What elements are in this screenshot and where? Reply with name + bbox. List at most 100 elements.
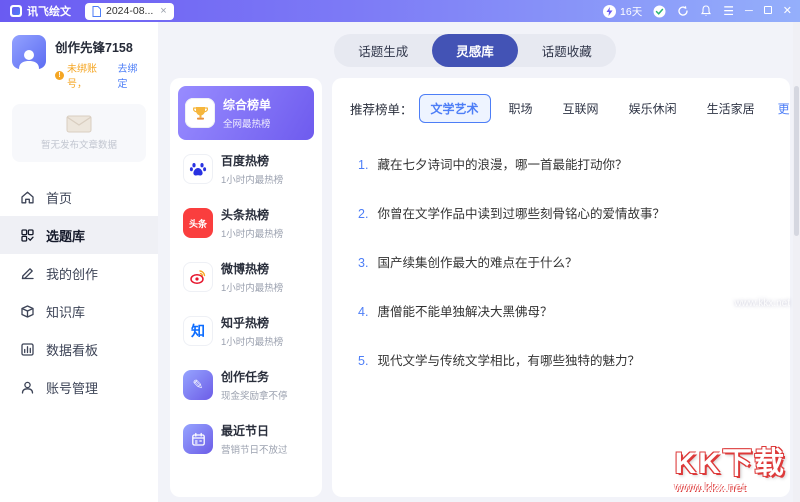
main-tabs: 话题生成 灵感库 话题收藏 [334, 34, 616, 67]
envelope-icon [66, 115, 92, 133]
question-row[interactable]: 1. 藏在七夕诗词中的浪漫，哪一首最能打动你？ [350, 139, 772, 188]
lightning-icon [603, 5, 616, 18]
window-close-button[interactable]: ✕ [783, 6, 792, 17]
more-categories-link[interactable]: 更多赛道 [773, 94, 790, 123]
chip-literature-art[interactable]: 文学艺术 [419, 94, 491, 123]
sidebar-item-label: 我的创作 [46, 264, 98, 283]
question-number: 1. [358, 158, 368, 172]
hotlist-item-baidu[interactable]: 百度热榜 1小时内最热榜 [178, 142, 314, 196]
hotlist-item-weibo[interactable]: 微博热榜 1小时内最热榜 [178, 250, 314, 304]
question-row[interactable]: 5. 现代文学与传统文学相比，有哪些独特的魅力？ [350, 335, 772, 384]
tab-topic-generation[interactable]: 话题生成 [334, 34, 432, 67]
hotlist-subtitle: 1小时内最热榜 [221, 280, 283, 294]
hotlist-title: 最近节日 [221, 422, 288, 439]
sidebar-item-label: 选题库 [46, 226, 85, 245]
recommend-label: 推荐榜单： [350, 99, 413, 118]
hotlist-title: 百度热榜 [221, 152, 283, 169]
question-row[interactable]: 3. 国产续集创作最大的难点在于什么？ [350, 237, 772, 286]
app-tab[interactable]: 讯飞绘文 [8, 3, 79, 19]
hotlist-subtitle: 全网最热榜 [223, 116, 271, 130]
tab-inspiration-library[interactable]: 灵感库 [432, 34, 518, 67]
sidebar-item-topic-library[interactable]: 选题库 [0, 216, 158, 254]
main-tabs-bar: 话题生成 灵感库 话题收藏 [158, 22, 792, 78]
hotlist-text: 头条热榜 1小时内最热榜 [221, 206, 283, 240]
question-text: 唐僧能不能单独解决大黑佛母？ [377, 301, 552, 320]
avatar[interactable] [12, 35, 46, 69]
user-name: 创作先锋7158 [55, 37, 146, 56]
trophy-icon [185, 98, 215, 128]
hotlist-title: 微博热榜 [221, 260, 283, 277]
hotlist-item-composite[interactable]: 综合榜单 全网最热榜 [178, 86, 314, 140]
titlebar: 讯飞绘文 2024-08... × 16天 ☰ ─ [0, 0, 800, 22]
scrollbar-thumb[interactable] [794, 86, 799, 236]
hotlist-subtitle: 1小时内最热榜 [221, 334, 283, 348]
question-row[interactable]: 4. 唐僧能不能单独解决大黑佛母？ [350, 286, 772, 335]
bell-icon[interactable] [700, 5, 712, 17]
window-maximize-button[interactable] [764, 6, 772, 17]
chip-entertainment[interactable]: 娱乐休闲 [617, 94, 689, 123]
document-tab[interactable]: 2024-08... × [85, 3, 174, 20]
bind-warning-text: 未绑账号， [67, 60, 115, 90]
sidebar-item-home[interactable]: 首页 [0, 178, 158, 216]
hotlist-item-recent-festivals[interactable]: 最近节日 营销节日不放过 [178, 412, 314, 466]
app-tab-label: 讯飞绘文 [27, 3, 71, 19]
question-number: 4. [358, 305, 368, 319]
calendar-icon [183, 424, 213, 454]
membership-days-badge[interactable]: 16天 [603, 4, 642, 19]
sidebar: 创作先锋7158 ! 未绑账号， 去绑定 暂无发布文章数据 首页 选题库 [0, 22, 158, 502]
hotlist-item-creation-tasks[interactable]: ✎ 创作任务 现金奖励拿不停 [178, 358, 314, 412]
pen-icon [20, 266, 35, 281]
recommend-header: 推荐榜单： 文学艺术 职场 互联网 娱乐休闲 生活家居 更多赛道 [350, 94, 772, 123]
hotlist-title: 头条热榜 [221, 206, 283, 223]
sidebar-item-label: 首页 [46, 188, 72, 207]
hotlist-subtitle: 1小时内最热榜 [221, 172, 283, 186]
baidu-icon [183, 154, 213, 184]
sidebar-item-label: 数据看板 [46, 340, 98, 359]
tab-topic-favorites[interactable]: 话题收藏 [518, 34, 616, 67]
hotlist-title: 创作任务 [221, 368, 288, 385]
sidebar-item-knowledge-base[interactable]: 知识库 [0, 292, 158, 330]
tab-close-icon[interactable]: × [160, 6, 166, 17]
question-number: 5. [358, 354, 368, 368]
warning-icon: ! [55, 71, 64, 80]
hotlist-text: 百度热榜 1小时内最热榜 [221, 152, 283, 186]
empty-articles-text: 暂无发布文章数据 [41, 137, 117, 151]
hotlist-item-zhihu[interactable]: 知 知乎热榜 1小时内最热榜 [178, 304, 314, 358]
chip-workplace[interactable]: 职场 [497, 94, 545, 123]
window-scrollbar[interactable] [793, 22, 800, 502]
app-window: 讯飞绘文 2024-08... × 16天 ☰ ─ [0, 0, 800, 502]
days-badge-label: 16天 [620, 4, 642, 19]
sidebar-item-account-management[interactable]: 账号管理 [0, 368, 158, 406]
hamburger-menu-icon[interactable]: ☰ [723, 4, 734, 18]
question-text: 你曾在文学作品中读到过哪些刻骨铭心的爱情故事？ [377, 203, 665, 222]
hotlist-text: 微博热榜 1小时内最热榜 [221, 260, 283, 294]
app-logo-icon [10, 5, 22, 17]
sidebar-item-data-dashboard[interactable]: 数据看板 [0, 330, 158, 368]
hotlist-text: 最近节日 营销节日不放过 [221, 422, 288, 456]
question-number: 2. [358, 207, 368, 221]
question-text: 现代文学与传统文学相比，有哪些独特的魅力？ [377, 350, 640, 369]
topic-library-icon [20, 228, 35, 243]
chip-internet[interactable]: 互联网 [551, 94, 611, 123]
sidebar-item-my-creations[interactable]: 我的创作 [0, 254, 158, 292]
hotlist-title: 知乎热榜 [221, 314, 283, 331]
sidebar-item-label: 知识库 [46, 302, 85, 321]
user-info: 创作先锋7158 ! 未绑账号， 去绑定 [55, 35, 146, 90]
user-icon [20, 380, 35, 395]
hotlist-subtitle: 现金奖励拿不停 [221, 388, 288, 402]
recommend-panel: 推荐榜单： 文学艺术 职场 互联网 娱乐休闲 生活家居 更多赛道 1. 藏在七夕… [332, 78, 790, 497]
question-row[interactable]: 2. 你曾在文学作品中读到过哪些刻骨铭心的爱情故事？ [350, 188, 772, 237]
hotlist-panel: 综合榜单 全网最热榜 百度热榜 1小时内最热榜 头条 头条热榜 1小时内最热榜 [170, 78, 322, 497]
check-status-icon[interactable] [653, 5, 666, 18]
empty-articles-card: 暂无发布文章数据 [12, 104, 146, 162]
knowledge-base-icon [20, 304, 35, 319]
creation-task-icon: ✎ [183, 370, 213, 400]
refresh-icon[interactable] [677, 5, 689, 17]
chip-home-living[interactable]: 生活家居 [695, 94, 767, 123]
window-minimize-button[interactable]: ─ [745, 6, 753, 17]
bind-status: ! 未绑账号， 去绑定 [55, 60, 146, 90]
hotlist-item-toutiao[interactable]: 头条 头条热榜 1小时内最热榜 [178, 196, 314, 250]
sidebar-item-label: 账号管理 [46, 378, 98, 397]
bind-account-link[interactable]: 去绑定 [118, 60, 147, 90]
zhihu-icon: 知 [183, 316, 213, 346]
